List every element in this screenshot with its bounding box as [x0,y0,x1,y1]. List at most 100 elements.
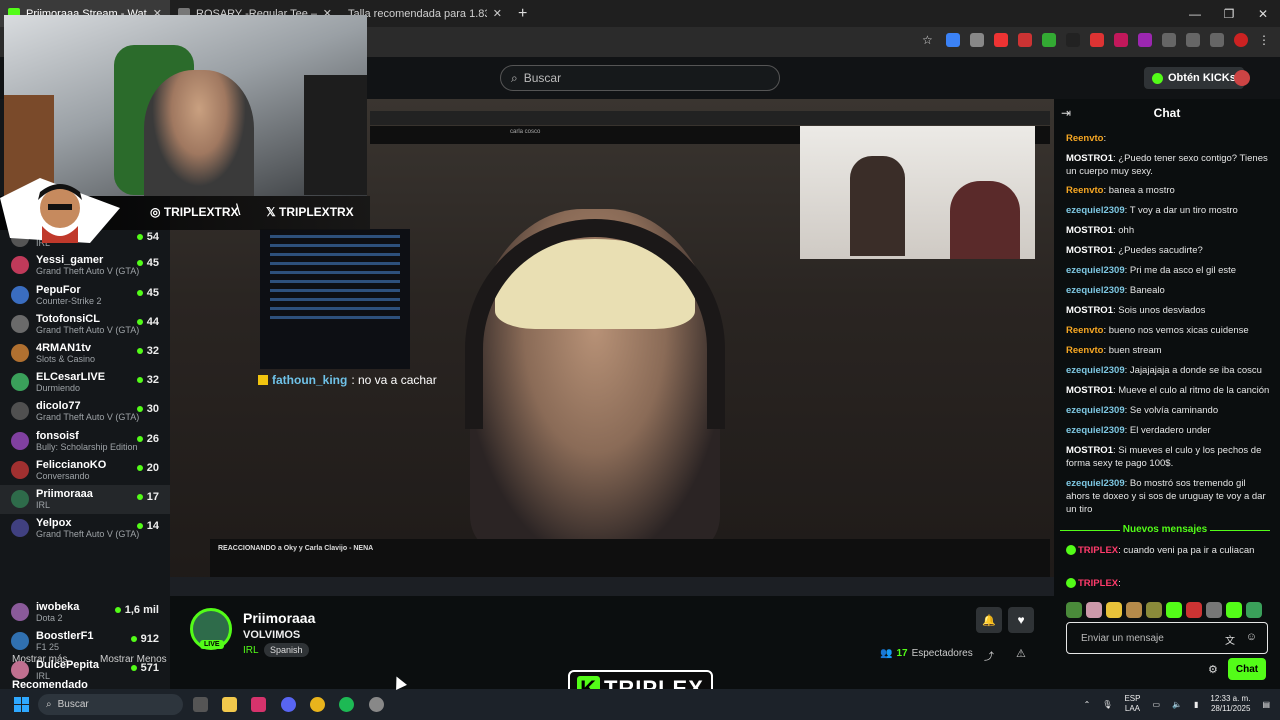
extension-icon[interactable] [1186,33,1200,47]
network-icon[interactable]: ▭ [1152,700,1160,709]
extension-icon[interactable] [1090,33,1104,47]
profile-icon[interactable] [1234,33,1248,47]
share-icon[interactable]: ⤴ [984,648,994,663]
chat-username[interactable]: MOSTRO1 [1066,245,1113,256]
search-input[interactable]: ⌕ Buscar [500,65,780,91]
emote-icon[interactable] [1166,602,1182,618]
emote-icon[interactable] [1146,602,1162,618]
puzzle-icon[interactable] [1162,33,1176,47]
emote-icon[interactable] [1226,602,1242,618]
chrome-icon[interactable] [310,697,325,712]
emote-icon[interactable] [1126,602,1142,618]
send-chat-button[interactable]: Chat [1228,658,1266,680]
extension-icon[interactable] [1042,33,1056,47]
language-indicator[interactable]: ESP LAA [1124,694,1140,714]
chat-username[interactable]: Reenvto [1066,345,1103,356]
notifications-icon[interactable]: ▤ [1262,700,1270,709]
tab-close-icon[interactable]: ✕ [493,7,502,20]
menu-icon[interactable] [1210,33,1224,47]
chat-username[interactable]: MOSTRO1 [1066,305,1113,316]
chat-text: Pri me da asco el gil este [1129,265,1237,276]
more-icon[interactable]: ⋮ [1258,33,1272,47]
extension-icon[interactable] [994,33,1008,47]
stream-category[interactable]: IRL [243,645,259,656]
emoji-icon[interactable]: ☺ [1246,631,1257,643]
chat-username[interactable]: TRIPLEX [1078,578,1118,589]
chat-username[interactable]: ezequiel2309 [1066,478,1125,489]
recommended-item-channel[interactable]: iwobeka Dota 2 1,6 mil [0,598,170,627]
clock[interactable]: 12:33 a. m. 28/11/2025 [1210,694,1250,714]
extension-icon[interactable] [1018,33,1032,47]
chat-username[interactable]: MOSTRO1 [1066,225,1113,236]
chat-input[interactable]: Enviar un mensaje 文 ☺ [1066,622,1268,654]
sidebar-item-channel[interactable]: ELCesarLIVE Durmiendo 32 [0,368,170,397]
sidebar-item-channel[interactable]: Yessi_gamer Grand Theft Auto V (GTA) 45 [0,251,170,280]
star-icon[interactable]: ☆ [922,33,936,47]
new-tab-icon[interactable]: + [518,5,527,23]
emote-icon[interactable] [1086,602,1102,618]
chat-username[interactable]: TRIPLEX [1078,545,1118,556]
emote-icon[interactable] [1246,602,1262,618]
extension-icon[interactable] [946,33,960,47]
instagram-handle: ◎ TRIPLEXTRX [150,205,239,219]
channel-name[interactable]: Priimoraaa [243,610,315,626]
extension-icon[interactable] [1138,33,1152,47]
windows-start-icon[interactable] [14,697,29,712]
embedded-video-info: REACCIONANDO a Oky y Carla Clavijo - NEN… [210,539,1050,579]
new-messages-divider[interactable]: Nuevos mensajes [1060,524,1270,535]
emote-icon[interactable] [1066,602,1082,618]
chevron-up-icon[interactable]: ⌃ [1084,700,1091,709]
chat-username[interactable]: MOSTRO1 [1066,385,1113,396]
chat-username[interactable]: MOSTRO1 [1066,445,1113,456]
spotify-icon[interactable] [339,697,354,712]
emote-icon[interactable] [1206,602,1222,618]
chat-username[interactable]: Reenvto [1066,185,1103,196]
chat-username[interactable]: ezequiel2309 [1066,285,1125,296]
sidebar-item-channel[interactable]: TotofonsiCL Grand Theft Auto V (GTA) 44 [0,310,170,339]
microphone-icon[interactable]: 🎙 [1102,700,1112,709]
chat-username[interactable]: Reenvto [1066,325,1103,336]
chat-username[interactable]: Reenvto [1066,133,1103,144]
taskbar-search[interactable]: ⌕ Buscar [38,694,183,715]
recommended-item-channel[interactable]: DulcePepita IRL 571 [0,656,170,685]
chat-username[interactable]: MOSTRO1 [1066,153,1113,164]
notification-bell-button[interactable]: 🔔 [976,607,1002,633]
task-view-icon[interactable] [193,697,208,712]
obs-icon[interactable] [369,697,384,712]
sidebar-item-channel[interactable]: FeliccianoKO Conversando 20 [0,456,170,485]
sidebar-item-channel[interactable]: Yelpox Grand Theft Auto V (GTA) 14 [0,514,170,543]
sidebar-item-channel[interactable]: PepuFor Counter-Strike 2 45 [0,281,170,310]
close-window-icon[interactable]: ✕ [1246,0,1280,27]
chat-username[interactable]: ezequiel2309 [1066,425,1125,436]
emote-icon[interactable] [1186,602,1202,618]
instagram-icon[interactable] [251,697,266,712]
chat-username[interactable]: ezequiel2309 [1066,365,1125,376]
report-icon[interactable]: ⚠ [1016,647,1026,660]
sidebar-item-channel[interactable]: Priimoraaa IRL 17 [0,485,170,514]
sidebar-item-channel[interactable]: fonsoisf Bully: Scholarship Edition 26 [0,427,170,456]
extension-icon[interactable] [970,33,984,47]
file-explorer-icon[interactable] [222,697,237,712]
cartoon-avatar-icon [0,178,120,243]
minimize-icon[interactable]: — [1178,0,1212,27]
discord-icon[interactable] [281,697,296,712]
language-tag[interactable]: Spanish [264,643,309,657]
chat-username[interactable]: ezequiel2309 [1066,405,1125,416]
battery-icon[interactable]: ▮ [1194,700,1198,709]
maximize-icon[interactable]: ❐ [1212,0,1246,27]
translate-icon[interactable]: 文 [1225,632,1235,647]
follow-heart-button[interactable]: ♥ [1008,607,1034,633]
get-kicks-button[interactable]: Obtén KICKs [1144,67,1244,89]
volume-icon[interactable]: 🔈 [1172,700,1182,709]
recommended-item-channel[interactable]: BoostlerF1 F1 25 912 [0,627,170,656]
extension-icon[interactable] [1066,33,1080,47]
user-avatar[interactable] [1234,70,1250,86]
emote-icon[interactable] [1106,602,1122,618]
sidebar-item-channel[interactable]: 4RMAN1tv Slots & Casino 32 [0,339,170,368]
extension-icon[interactable] [1114,33,1128,47]
channel-avatar [11,286,29,304]
chat-username[interactable]: ezequiel2309 [1066,265,1125,276]
sidebar-item-channel[interactable]: dicolo77 Grand Theft Auto V (GTA) 30 [0,397,170,426]
chat-username[interactable]: ezequiel2309 [1066,205,1125,216]
chat-settings-gear-icon[interactable]: ⚙ [1208,663,1218,676]
